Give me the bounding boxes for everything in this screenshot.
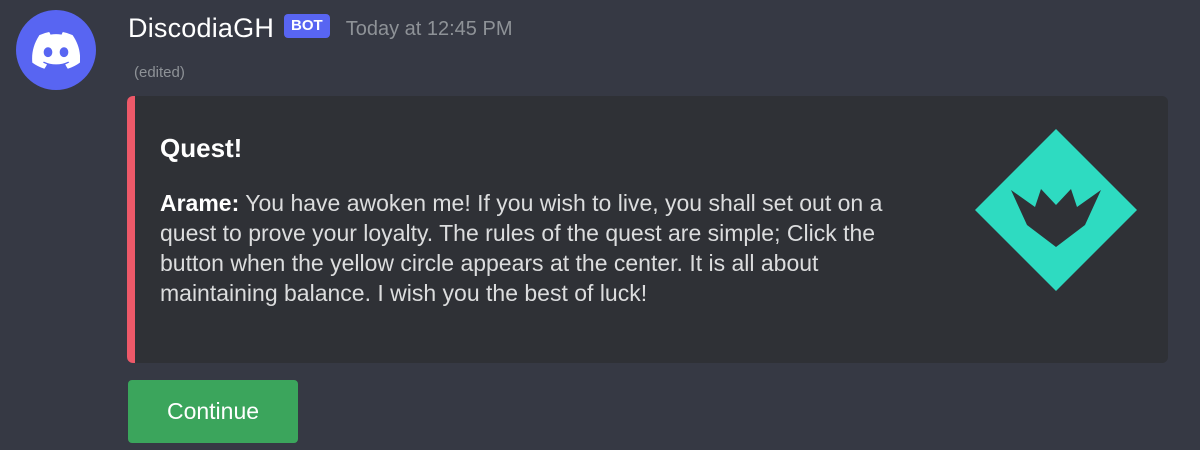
embed-thumbnail[interactable]	[975, 129, 1137, 291]
discord-logo-icon	[32, 31, 80, 69]
author-name[interactable]: DiscodiaGH	[128, 13, 274, 44]
edited-label[interactable]: (edited)	[134, 64, 185, 81]
bot-badge: BOT	[284, 14, 330, 38]
embed-text: You have awoken me! If you wish to live,…	[160, 190, 883, 306]
embed-card: Quest! Arame: You have awoken me! If you…	[127, 96, 1168, 363]
message-timestamp[interactable]: Today at 12:45 PM	[346, 18, 513, 41]
continue-button[interactable]: Continue	[128, 380, 298, 443]
teal-diamond-emblem-icon	[975, 129, 1137, 291]
embed-speaker: Arame:	[160, 190, 240, 216]
avatar[interactable]	[16, 10, 96, 90]
embed-description: Arame: You have awoken me! If you wish t…	[160, 188, 940, 308]
embed-title: Quest!	[160, 133, 243, 163]
embed-accent-bar	[127, 96, 135, 363]
message-header: DiscodiaGH BOT Today at 12:45 PM	[128, 8, 513, 48]
